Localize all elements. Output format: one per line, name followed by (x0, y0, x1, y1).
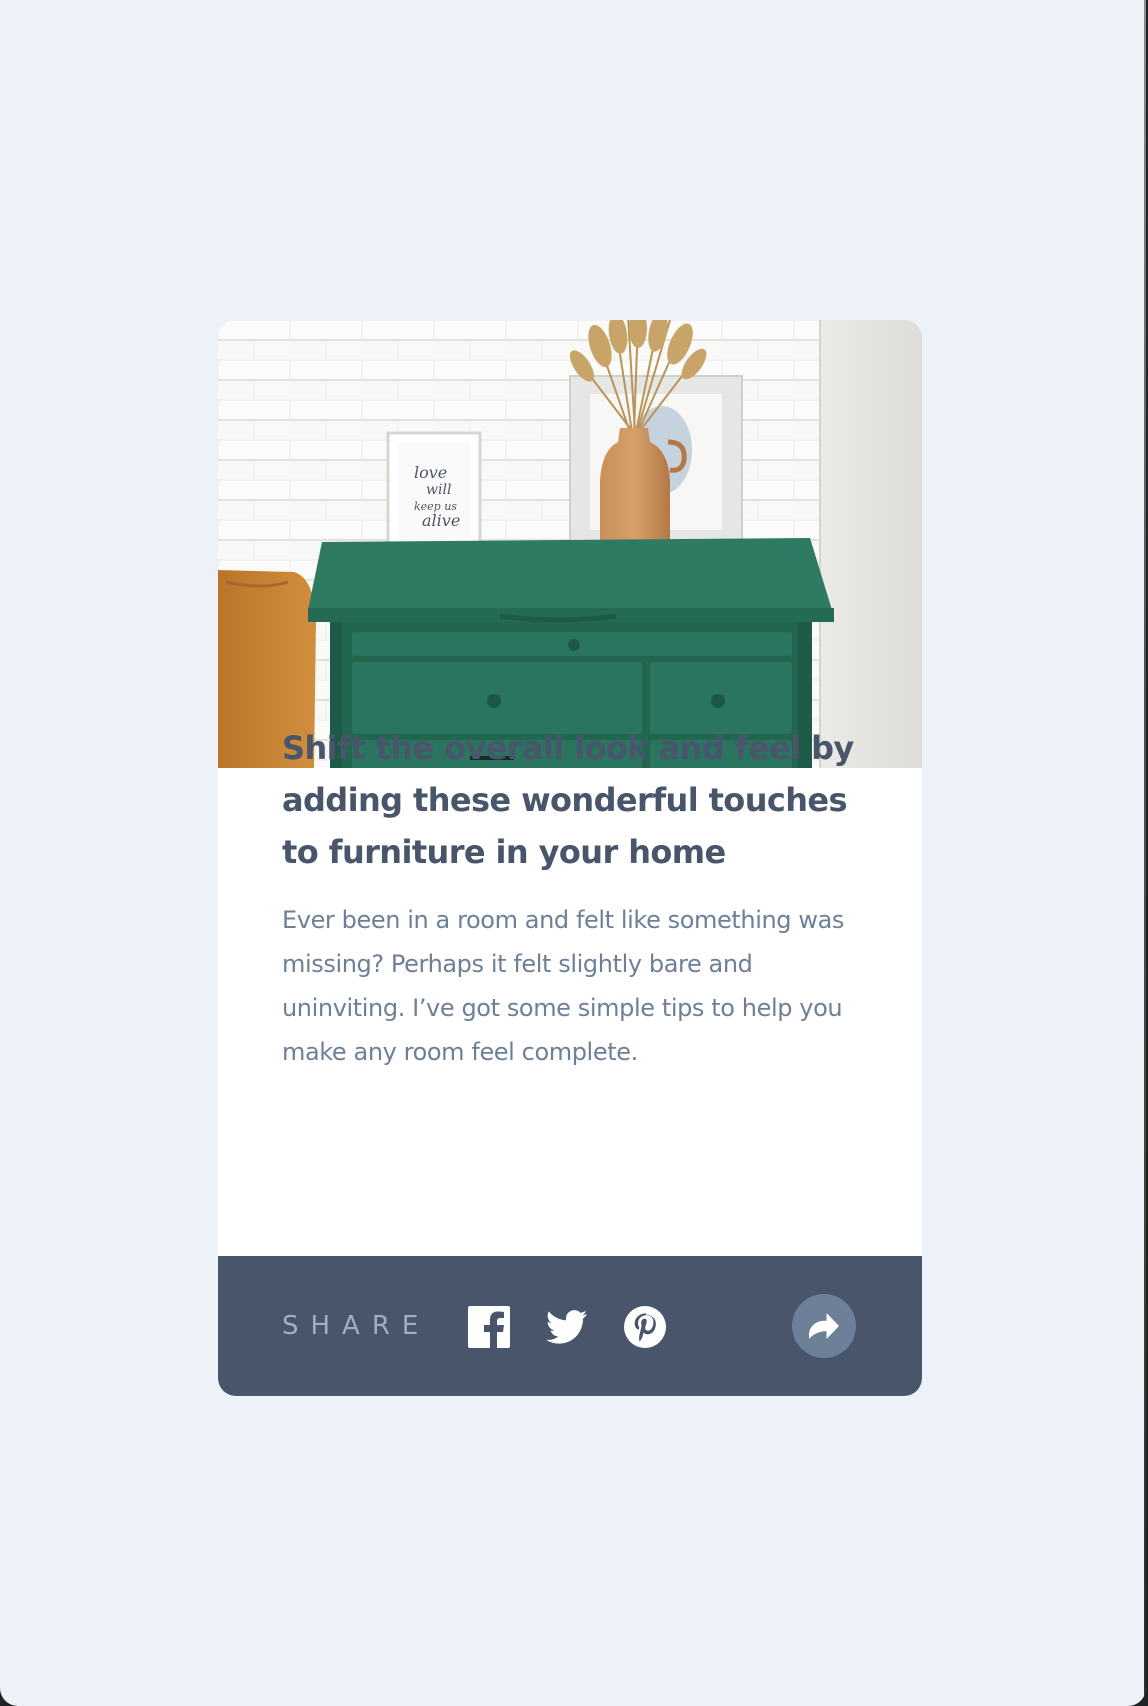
facebook-icon[interactable] (468, 1306, 510, 1348)
svg-text:will: will (426, 482, 451, 498)
svg-text:love: love (414, 463, 447, 482)
article-preview-card: love will keep us alive Shift the overal… (218, 320, 922, 1396)
share-button[interactable] (792, 1294, 856, 1358)
pinterest-icon[interactable] (624, 1306, 666, 1348)
share-arrow-icon (809, 1313, 839, 1339)
article-title: Shift the overall look and feel by addin… (282, 729, 854, 871)
page-background: love will keep us alive Shift the overal… (0, 0, 1146, 1706)
share-bar: SHARE (218, 1256, 922, 1396)
share-label: SHARE (282, 1311, 431, 1341)
svg-text:alive: alive (422, 511, 460, 530)
article-excerpt: Ever been in a room and felt like someth… (282, 906, 845, 1066)
window-edge (1144, 0, 1146, 1706)
twitter-icon[interactable] (546, 1306, 588, 1348)
article-image: love will keep us alive (218, 320, 922, 768)
